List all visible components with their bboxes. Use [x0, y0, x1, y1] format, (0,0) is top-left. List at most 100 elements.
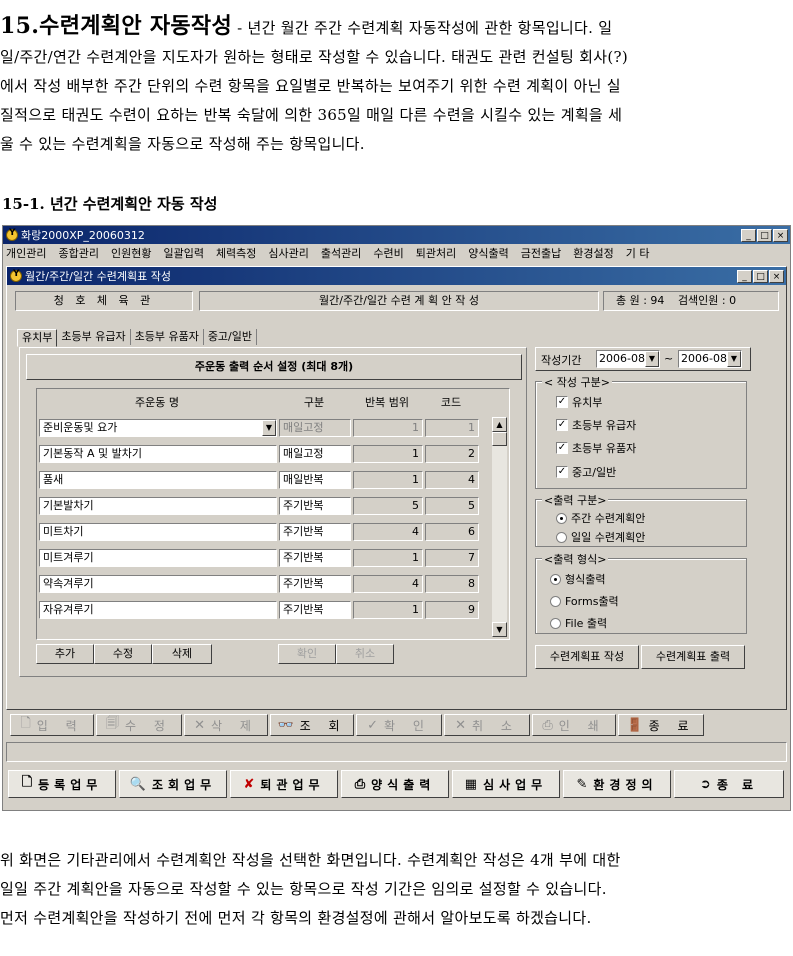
- chk-elementary-grade[interactable]: ✓ 초등부 유급자: [556, 417, 636, 433]
- checkbox-checked-icon[interactable]: ✓: [556, 442, 568, 454]
- radio-format-output[interactable]: 형식출력: [550, 571, 605, 587]
- radio-file-output[interactable]: File 출력: [550, 615, 607, 631]
- exam-task-button[interactable]: ▦ 심사업무: [452, 770, 560, 798]
- ok-button[interactable]: ✓ 확 인: [356, 714, 442, 736]
- query-button[interactable]: 👓 조 회: [270, 714, 354, 736]
- chk-kindergarten[interactable]: ✓ 유치부: [556, 394, 602, 410]
- radio-selected-icon[interactable]: [556, 512, 567, 524]
- document-icon: 🗋: [20, 716, 31, 731]
- modify-button[interactable]: 🗐 수 정: [96, 714, 182, 736]
- radio-icon[interactable]: [556, 531, 567, 543]
- checkbox-checked-icon[interactable]: ✓: [556, 466, 568, 478]
- register-task-button[interactable]: 🗋 등록업무: [8, 770, 116, 798]
- printer-icon: ⎙: [542, 717, 553, 733]
- child-maximize-button[interactable]: □: [753, 269, 768, 283]
- radio-icon[interactable]: [550, 595, 561, 607]
- grid-header: 주운동 명 구분 반복 범위 코드: [37, 389, 509, 415]
- child-minimize-button[interactable]: _: [737, 269, 752, 283]
- grid-scrollbar[interactable]: ▲ ▼: [492, 417, 507, 637]
- menu-item[interactable]: 기 타: [626, 245, 650, 261]
- menu-item[interactable]: 환경설정: [573, 245, 613, 261]
- table-row[interactable]: 준비운동및 요가 ▼ 매일고정 1 1: [37, 415, 509, 441]
- tab-kindergarten[interactable]: 유치부: [17, 329, 58, 347]
- table-row[interactable]: 자유겨루기 주기반복 1 9: [37, 597, 509, 623]
- scroll-up-icon[interactable]: ▲: [492, 417, 507, 432]
- menu-item[interactable]: 심사관리: [268, 245, 308, 261]
- menu-item[interactable]: 퇴관처리: [416, 245, 456, 261]
- radio-forms-output[interactable]: Forms출력: [550, 593, 619, 609]
- confirm-button[interactable]: 확인: [278, 644, 336, 664]
- format-group-legend: <출력 형식>: [542, 551, 609, 567]
- outro-line-3: 먼저 수련계획안을 작성하기 전에 먼저 각 항목의 환경설정에 관해서 알아보…: [0, 909, 592, 927]
- undo-button[interactable]: ✕ 취 소: [444, 714, 530, 736]
- table-row[interactable]: 품새 매일반복 1 4: [37, 467, 509, 493]
- col-header-range: 반복 범위: [365, 396, 409, 409]
- table-row[interactable]: 약속겨루기 주기반복 4 8: [37, 571, 509, 597]
- add-button[interactable]: 추가: [36, 644, 94, 664]
- dropdown-arrow-icon[interactable]: ▼: [727, 351, 741, 367]
- chk-elementary-poom[interactable]: ✓ 초등부 유품자: [556, 440, 636, 456]
- period-from-select[interactable]: 2006-08 ▼: [596, 350, 660, 368]
- scroll-down-icon[interactable]: ▼: [492, 622, 507, 637]
- delete-button[interactable]: 삭제: [152, 644, 212, 664]
- print-button[interactable]: ⎙ 인 쇄: [532, 714, 616, 736]
- chk-middle-general[interactable]: ✓ 중고/일반: [556, 464, 616, 480]
- tab-elementary-grade[interactable]: 초등부 유급자: [57, 329, 131, 345]
- menu-item[interactable]: 수련비: [373, 245, 403, 261]
- total-count: 총 원 : 94: [616, 294, 665, 307]
- main-toolbar: 🗋 등록업무 🔍 조회업무 ✘ 퇴관업무 ⎙ 양식출력 ▦ 심사업무 ✎ 환경정의 ➲ 종 료: [6, 769, 787, 799]
- table-row[interactable]: 미트차기 주기반복 4 6: [37, 519, 509, 545]
- close-button[interactable]: ×: [773, 228, 788, 242]
- exit-button[interactable]: 🚪 종 료: [618, 714, 704, 736]
- dropdown-arrow-icon[interactable]: ▼: [262, 420, 276, 436]
- menu-item[interactable]: 일괄입력: [163, 245, 203, 261]
- child-close-button[interactable]: ×: [769, 269, 784, 283]
- checkbox-checked-icon[interactable]: ✓: [556, 396, 568, 408]
- table-row[interactable]: 기본동작 A 및 발차기 매일고정 1 2: [37, 441, 509, 467]
- tab-middle-general[interactable]: 중고/일반: [204, 329, 257, 345]
- period-label: 작성기간: [541, 354, 582, 367]
- radio-selected-icon[interactable]: [550, 573, 561, 585]
- tab-elementary-poom[interactable]: 초등부 유품자: [131, 329, 204, 345]
- col-header-name: 주운동 명: [135, 396, 179, 409]
- table-row[interactable]: 미트겨루기 주기반복 1 7: [37, 545, 509, 571]
- checkbox-checked-icon[interactable]: ✓: [556, 419, 568, 431]
- lookup-task-button[interactable]: 🔍 조회업무: [119, 770, 227, 798]
- binoculars-icon: 👓: [277, 717, 294, 733]
- edit-button[interactable]: 수정: [94, 644, 152, 664]
- type-group-legend: < 작성 구분>: [542, 374, 612, 390]
- intro-line-2: 일/주간/연간 수련계안을 지도자가 원하는 형태로 작성할 수 있습니다. 태…: [0, 48, 628, 66]
- menu-item[interactable]: 출석관리: [321, 245, 361, 261]
- scroll-thumb[interactable]: [492, 432, 507, 446]
- menu-item[interactable]: 인원현황: [111, 245, 151, 261]
- menu-item[interactable]: 체력측정: [216, 245, 256, 261]
- form-print-button[interactable]: ⎙ 양식출력: [341, 770, 449, 798]
- exercise-select[interactable]: 준비운동및 요가 ▼: [39, 419, 277, 437]
- exercise-grid: 주운동 명 구분 반복 범위 코드 준비운동및 요가 ▼ 매일고정 1 1 기본동…: [36, 388, 510, 640]
- col-header-type: 구분: [303, 396, 325, 409]
- make-plan-button[interactable]: 수련계획표 작성: [535, 645, 639, 669]
- maximize-button[interactable]: □: [757, 228, 772, 242]
- minimize-button[interactable]: _: [741, 228, 756, 242]
- print-plan-button[interactable]: 수련계획표 출력: [641, 645, 745, 669]
- table-row[interactable]: 기본발차기 주기반복 5 5: [37, 493, 509, 519]
- radio-icon[interactable]: [550, 617, 561, 629]
- leave-task-button[interactable]: ✘ 퇴관업무: [230, 770, 338, 798]
- intro-paragraph: 15.수련계획안 자동작성 - 년간 월간 주간 수련계획 자동작성에 관한 항…: [0, 12, 793, 159]
- tab-bar: 유치부 초등부 유급자 초등부 유품자 중고/일반: [17, 329, 257, 347]
- period-to-select[interactable]: 2006-08 ▼: [678, 350, 742, 368]
- quit-button[interactable]: ➲ 종 료: [674, 770, 784, 798]
- radio-weekly-plan[interactable]: 주간 수련계획안: [556, 510, 645, 526]
- cancel-button[interactable]: 취소: [336, 644, 394, 664]
- menu-item[interactable]: 금전출납: [521, 245, 561, 261]
- input-button[interactable]: 🗋 입 력: [10, 714, 94, 736]
- menu-item[interactable]: 양식출력: [468, 245, 508, 261]
- dropdown-arrow-icon[interactable]: ▼: [645, 351, 659, 367]
- menu-bar: 개인관리 종합관리 인원현황 일괄입력 체력측정 심사관리 출석관리 수련비 퇴…: [3, 244, 790, 262]
- env-setting-button[interactable]: ✎ 환경정의: [563, 770, 671, 798]
- radio-daily-plan[interactable]: 일일 수련계획안: [556, 529, 645, 545]
- menu-item[interactable]: 개인관리: [6, 245, 46, 261]
- x-icon: ✕: [194, 717, 205, 733]
- menu-item[interactable]: 종합관리: [58, 245, 98, 261]
- remove-button[interactable]: ✕ 삭 제: [184, 714, 268, 736]
